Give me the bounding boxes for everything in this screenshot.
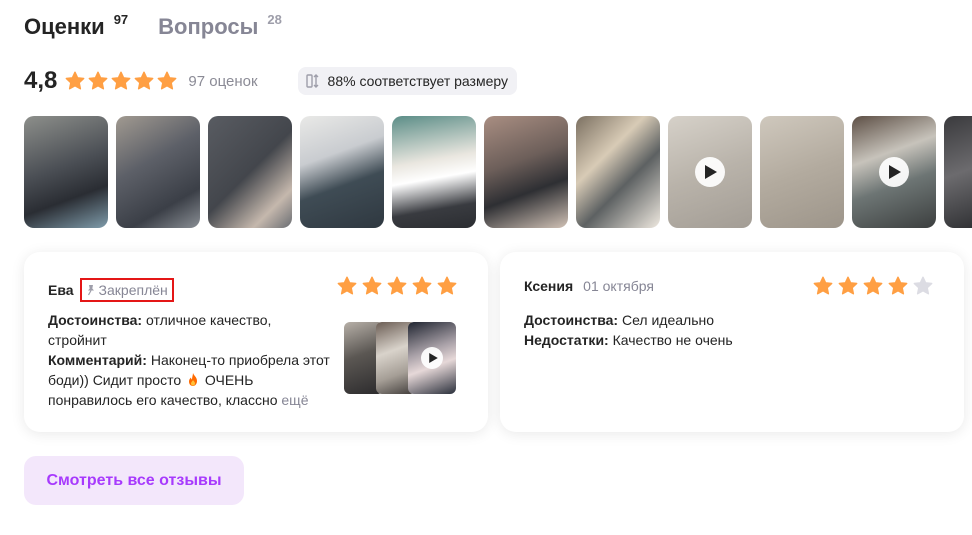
star-filled-icon	[65, 71, 85, 91]
size-fit-badge[interactable]: 88% соответствует размеру	[297, 67, 518, 95]
review-photo[interactable]	[576, 116, 660, 228]
star-filled-icon	[437, 276, 457, 296]
advantages-label: Достоинства:	[524, 312, 619, 328]
review-body: Достоинства: отличное качество, стройнит…	[48, 310, 334, 410]
review-author: Ксения	[524, 278, 574, 294]
size-fit-text: 88% соответствует размеру	[327, 73, 509, 89]
pinned-badge: Закреплён	[79, 278, 174, 302]
star-filled-icon	[362, 276, 382, 296]
review-photo[interactable]	[944, 116, 972, 228]
disadvantages-label: Недостатки:	[524, 332, 609, 348]
star-filled-icon	[111, 71, 131, 91]
tab-questions-label: Вопросы	[158, 14, 259, 39]
review-card: Ева Закреплён Достоинства: отличное каче…	[24, 252, 488, 432]
show-all-reviews-button[interactable]: Смотреть все отзывы	[24, 456, 244, 505]
review-body: Достоинства: Сел идеально Недостатки: Ка…	[524, 310, 924, 350]
tab-questions[interactable]: Вопросы 28	[158, 12, 282, 42]
star-filled-icon	[337, 276, 357, 296]
review-photo[interactable]	[392, 116, 476, 228]
fire-emoji-icon	[189, 373, 198, 386]
play-icon[interactable]	[695, 157, 725, 187]
star-filled-icon	[134, 71, 154, 91]
review-photo[interactable]	[760, 116, 844, 228]
pinned-label: Закреплён	[98, 282, 168, 298]
review-photo[interactable]	[116, 116, 200, 228]
star-filled-icon	[387, 276, 407, 296]
tab-questions-count: 28	[267, 12, 282, 27]
tab-ratings-count: 97	[113, 12, 129, 27]
star-empty-icon	[913, 276, 933, 296]
star-filled-icon	[412, 276, 432, 296]
review-video[interactable]	[852, 116, 936, 228]
star-filled-icon	[888, 276, 908, 296]
review-video[interactable]	[668, 116, 752, 228]
review-card: Ксения 01 октября Достоинства: Сел идеал…	[500, 252, 964, 432]
review-photo[interactable]	[300, 116, 384, 228]
tab-ratings-label: Оценки	[24, 14, 105, 39]
review-photo[interactable]	[208, 116, 292, 228]
star-filled-icon	[863, 276, 883, 296]
review-header: Ксения 01 октября	[524, 278, 654, 294]
review-photo[interactable]	[484, 116, 568, 228]
disadvantages-text: Качество не очень	[612, 332, 733, 348]
review-rating-stars	[813, 276, 938, 296]
review-attachments	[344, 322, 456, 394]
rating-stars	[65, 71, 180, 91]
size-arrows-icon	[305, 74, 319, 88]
read-more-link[interactable]: ещё	[281, 392, 308, 408]
pin-icon	[87, 285, 94, 296]
review-photo[interactable]	[24, 116, 108, 228]
review-author: Ева	[48, 282, 74, 298]
star-filled-icon	[838, 276, 858, 296]
reviews-tabs: Оценки 97 Вопросы 28	[24, 12, 312, 42]
tab-ratings[interactable]: Оценки 97	[24, 12, 128, 42]
review-photos-strip	[24, 116, 972, 228]
advantages-text: Сел идеально	[622, 312, 715, 328]
reviews-count[interactable]: 97 оценок	[188, 73, 257, 90]
comment-label: Комментарий:	[48, 352, 147, 368]
rating-summary: 4,8 97 оценок 88% соответствует размеру	[24, 66, 518, 96]
play-icon[interactable]	[879, 157, 909, 187]
star-filled-icon	[813, 276, 833, 296]
play-icon[interactable]	[421, 347, 443, 369]
rating-value: 4,8	[24, 67, 58, 94]
star-filled-icon	[88, 71, 108, 91]
review-attachment-video[interactable]	[408, 322, 456, 394]
advantages-label: Достоинства:	[48, 312, 143, 328]
review-date: 01 октября	[583, 278, 654, 294]
star-filled-icon	[157, 71, 177, 91]
review-header: Ева Закреплён	[48, 278, 174, 302]
review-rating-stars	[337, 276, 462, 296]
